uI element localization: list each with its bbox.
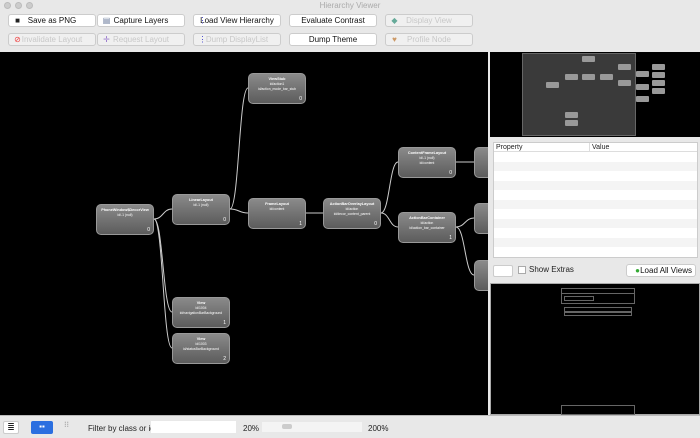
filter-label: Filter by class or id: [88, 424, 157, 433]
request-icon: ✛ [103, 35, 110, 44]
show-extras-checkbox[interactable]: Show Extras [518, 265, 574, 274]
node-index: 0 [299, 96, 302, 102]
hierarchy-canvas[interactable]: PhoneWindow$DecorView id/-1 (null) 0 Linear… [0, 52, 488, 415]
node-line2: id/statusBarBackground [183, 347, 219, 351]
tree-edge [455, 226, 475, 276]
tree-node-partial[interactable] [474, 203, 488, 234]
button-label: Evaluate Contrast [301, 16, 365, 25]
tree-node-view2[interactable]: View id/1003 id/statusBarBackground 2 [172, 333, 230, 364]
node-index: 0 [147, 227, 150, 233]
tree-edge [380, 161, 399, 214]
show-extras-label: Show Extras [529, 265, 574, 274]
zoom-slider[interactable] [262, 422, 362, 432]
button-label: Save as PNG [27, 16, 77, 25]
evaluate-contrastbutton[interactable]: Evaluate Contrast [289, 14, 377, 27]
tree-node-frame[interactable]: FrameLayout id/content 1 [248, 198, 306, 229]
node-index: 0 [449, 170, 452, 176]
tree-node-stub[interactable]: ViewStub id/action1 id/action_mode_bar_stu… [248, 73, 306, 104]
tree-node-overlay[interactable]: ActionBarOverlayLayout id/action id/decor_… [323, 198, 381, 229]
node-line2: id/decor_content_parent [333, 212, 371, 216]
tree-overview[interactable] [490, 52, 700, 137]
layout-view-toggle-icon[interactable]: ▪▪ [31, 421, 53, 434]
invalidate-layoutbutton[interactable]: ⊘ Invalidate Layout [8, 33, 96, 46]
tree-edge [229, 87, 249, 210]
node-line2: id/action_mode_bar_stub [257, 87, 297, 91]
window-controls[interactable] [4, 2, 33, 9]
tree-node-partial[interactable] [474, 260, 488, 291]
tree-edge [153, 208, 173, 220]
button-label: Profile Node [406, 35, 452, 44]
button-label: Invalidate Layout [21, 35, 83, 44]
grid-view-toggle-icon[interactable]: ⁝⁝ [64, 420, 76, 433]
filter-input[interactable] [151, 421, 236, 433]
floppy-icon: ■ [15, 16, 20, 25]
tree-edge [153, 218, 173, 313]
node-index: 0 [374, 221, 377, 227]
zoom-button[interactable] [26, 2, 33, 9]
zoom-min-label: 20% [243, 424, 260, 433]
node-line1: id/-1 (null) [193, 203, 209, 207]
button-label: Dump DisplayList [205, 35, 269, 44]
node-line2: id/navigationBarBackground [179, 311, 223, 315]
tree-node-partial[interactable] [474, 147, 488, 178]
dump-displaylistbutton[interactable]: ⋮ Dump DisplayList [193, 33, 281, 46]
zoom-max-label: 200% [368, 424, 389, 433]
hierarchy-icon: ⋮ [198, 16, 207, 25]
tree-node-content[interactable]: ContentFrameLayout id/-1 (null) id/content… [398, 147, 456, 178]
display-viewbutton[interactable]: ◆ Display View [385, 14, 473, 27]
tree-view-toggle-icon[interactable]: ≣ [3, 421, 19, 434]
node-index: 1 [223, 320, 226, 326]
node-line1: id/-1 (null) [117, 213, 133, 217]
minimize-button[interactable] [15, 2, 22, 9]
extras-field[interactable] [493, 265, 513, 277]
capture-layersbutton[interactable]: ▤ Capture Layers [97, 14, 185, 27]
no-entry-icon: ⊘ [14, 35, 21, 44]
node-index: 1 [449, 235, 452, 241]
status-bar: ≣ ▪▪ ⁝⁝ Filter by class or id: 20% 200% [0, 415, 700, 438]
hierarchy-icon: ⋮ [198, 35, 207, 44]
display-icon: ◆ [391, 16, 398, 25]
node-index: 1 [299, 221, 302, 227]
tree-edge [153, 218, 173, 349]
load-views-icon: ● [635, 266, 640, 275]
load-view-hierarchybutton[interactable]: ⋮ Load View Hierarchy [193, 14, 281, 27]
tree-node-decor[interactable]: PhoneWindow$DecorView id/-1 (null) 0 [96, 204, 154, 235]
tree-edge [229, 208, 249, 214]
button-label: Load View Hierarchy [200, 16, 274, 25]
tree-node-linear[interactable]: LinearLayout id/-1 (null) 0 [172, 194, 230, 225]
request-layoutbutton[interactable]: ✛ Request Layout [97, 33, 185, 46]
layout-preview[interactable] [490, 283, 700, 415]
tree-node-abc[interactable]: ActionBarContainer id/action id/action_bar… [398, 212, 456, 243]
button-label: Display View [406, 16, 452, 25]
button-label: Request Layout [112, 35, 170, 44]
tree-node-view1[interactable]: View id/1004 id/navigationBarBackground 1 [172, 297, 230, 328]
property-column-header[interactable]: Property [494, 143, 590, 151]
close-button[interactable] [4, 2, 11, 9]
node-line2: id/content [419, 161, 435, 165]
load-all-views-button[interactable]: ● Load All Views [626, 264, 696, 277]
node-index: 2 [223, 356, 226, 362]
profile-nodebutton[interactable]: ♥ Profile Node [385, 33, 473, 46]
save-as-pngbutton[interactable]: ■ Save as PNG [8, 14, 96, 27]
tree-edge [455, 217, 475, 228]
dump-themebutton[interactable]: Dump Theme [289, 33, 377, 46]
profile-icon: ♥ [392, 35, 397, 44]
button-label: Capture Layers [113, 16, 169, 25]
value-column-header[interactable]: Value [590, 143, 609, 151]
tree-edge [380, 212, 399, 228]
window-title: Hierarchy Viewer [319, 1, 381, 10]
node-line1: id/content [269, 207, 285, 211]
button-label: Dump Theme [308, 35, 358, 44]
zoom-slider-thumb[interactable] [282, 424, 292, 429]
title-bar: Hierarchy Viewer [0, 0, 700, 12]
properties-table[interactable]: Property Value [493, 142, 698, 258]
layers-icon: ▤ [102, 16, 111, 25]
node-line2: id/action_bar_container [409, 226, 445, 230]
node-index: 0 [223, 217, 226, 223]
